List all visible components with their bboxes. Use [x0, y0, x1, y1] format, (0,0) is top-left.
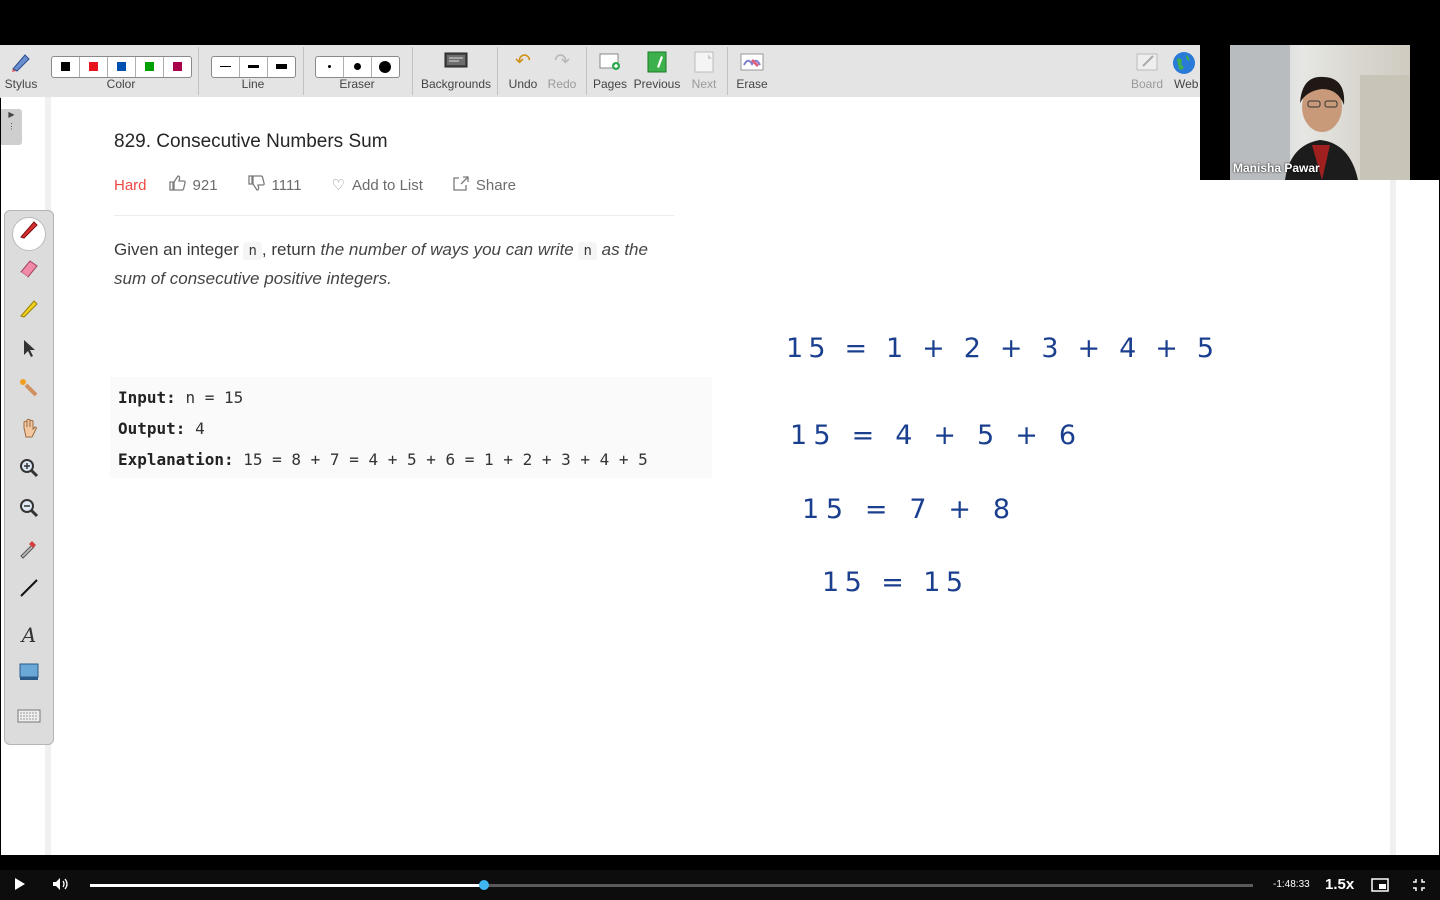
zoom-out-icon	[18, 499, 40, 524]
pen-tool[interactable]	[12, 217, 46, 251]
eraser-tool-button[interactable]	[12, 257, 46, 289]
highlighter-tool[interactable]	[12, 297, 46, 329]
exit-fullscreen-button[interactable]	[1412, 878, 1426, 897]
pointer-icon	[18, 340, 40, 364]
seek-bar-played	[90, 884, 485, 887]
playback-speed-button[interactable]: 1.5x	[1325, 876, 1354, 893]
color-picker-tool[interactable]	[12, 537, 46, 569]
seek-bar-handle[interactable]	[479, 880, 490, 890]
picture-in-picture-button[interactable]	[1371, 878, 1389, 897]
video-player-controls: -1:48:33 1.5x	[0, 870, 1440, 900]
hand-icon	[18, 418, 40, 444]
volume-icon	[52, 878, 68, 895]
line-tool-icon	[18, 579, 40, 604]
time-remaining: -1:48:33	[1273, 879, 1310, 890]
highlighter-icon	[18, 300, 40, 324]
seek-bar[interactable]	[90, 880, 1253, 890]
handwriting-line: 15 = 1 + 2 + 3 + 4 + 5	[786, 333, 1218, 364]
screenshot-icon	[18, 663, 40, 688]
color-picker-icon	[18, 541, 40, 564]
zoom-in-tool[interactable]	[12, 457, 46, 489]
zoom-in-icon	[18, 459, 40, 484]
laser-pointer-tool[interactable]	[12, 377, 46, 409]
handwriting-line: 15 = 4 + 5 + 6	[790, 420, 1080, 451]
laser-pointer-icon	[18, 379, 40, 404]
play-icon	[14, 878, 26, 895]
text-tool[interactable]: A	[12, 619, 46, 651]
screenshot-tool[interactable]	[12, 661, 46, 693]
keyboard-icon	[17, 706, 41, 728]
webcam-video: Manisha Pawar	[1230, 45, 1410, 180]
presenter-name: Manisha Pawar	[1233, 161, 1320, 175]
handwriting-line: 15 = 7 + 8	[802, 494, 1014, 525]
webcam-overlay: Manisha Pawar	[1200, 45, 1440, 180]
keyboard-tool[interactable]	[12, 701, 46, 733]
presenter-image	[1230, 45, 1410, 180]
line-tool-button[interactable]	[12, 577, 46, 609]
exit-fullscreen-icon	[1412, 879, 1426, 896]
eraser-icon	[18, 260, 40, 284]
picture-in-picture-icon	[1371, 878, 1389, 896]
play-button[interactable]	[14, 877, 26, 896]
zoom-out-tool[interactable]	[12, 497, 46, 529]
text-tool-icon: A	[21, 623, 37, 647]
select-tool[interactable]	[12, 337, 46, 369]
handwriting-line: 15 = 15	[822, 567, 967, 598]
volume-button[interactable]	[52, 877, 68, 896]
drawing-tool-palette: A	[4, 210, 54, 745]
pen-icon	[18, 221, 40, 245]
pan-tool[interactable]	[12, 417, 46, 449]
